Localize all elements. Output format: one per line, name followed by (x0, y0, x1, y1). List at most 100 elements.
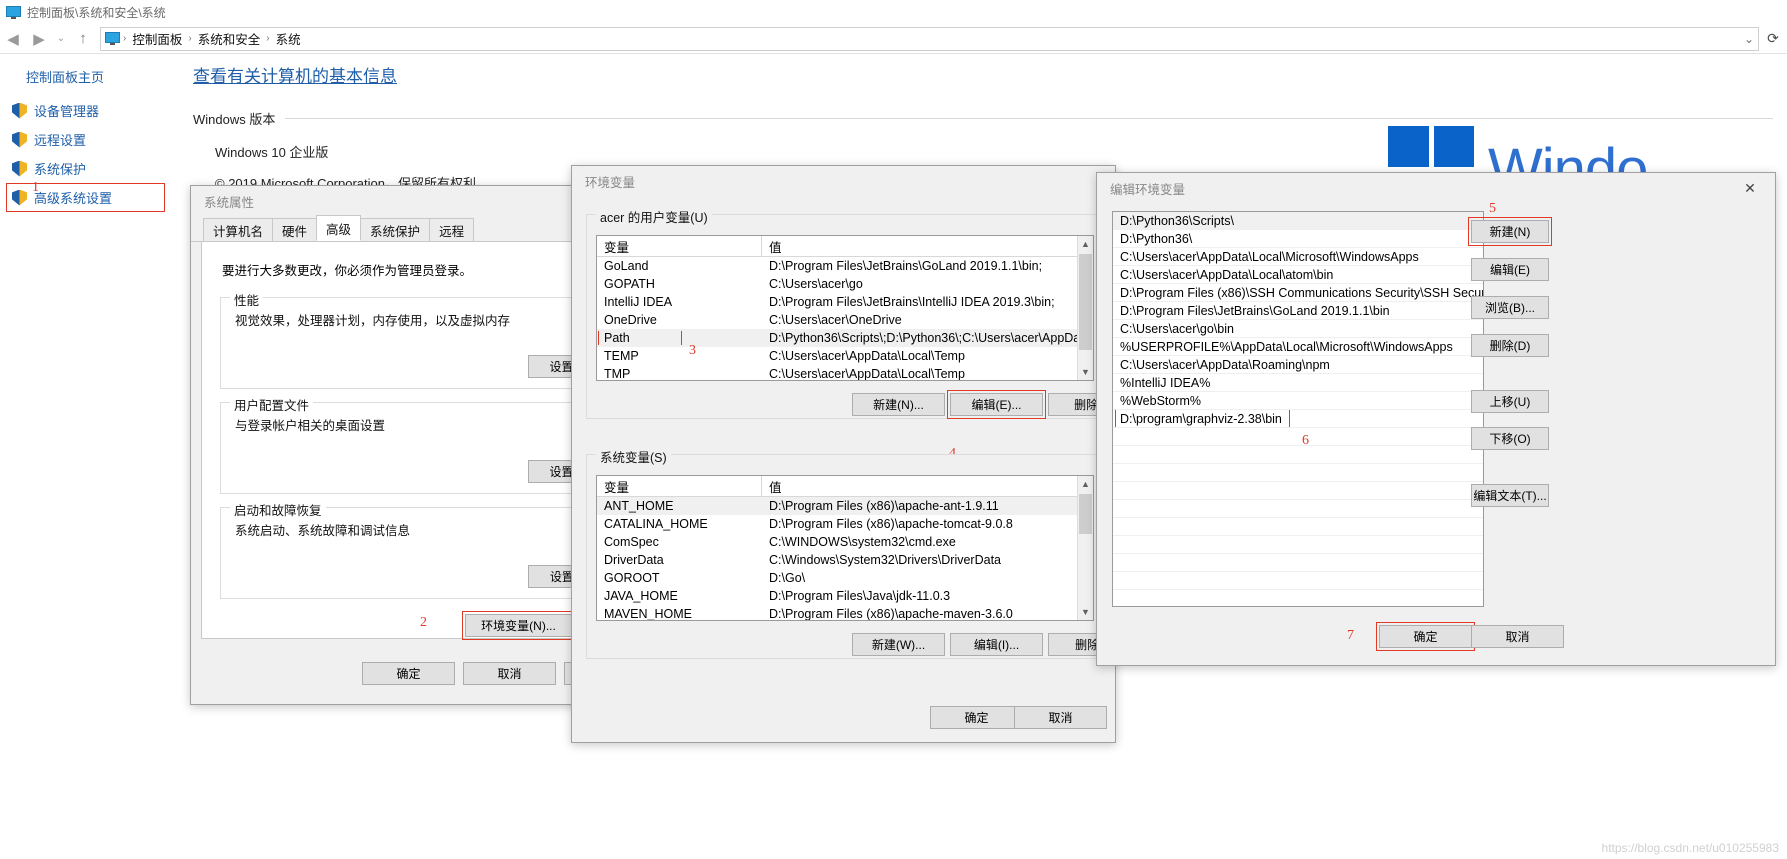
tab-hardware[interactable]: 硬件 (272, 218, 318, 241)
list-item[interactable]: D:\Program Files (x86)\SSH Communication… (1113, 284, 1483, 302)
scroll-up-arrow-icon[interactable]: ▲ (1078, 476, 1093, 492)
system-edit-button[interactable]: 编辑(I)... (950, 633, 1043, 656)
edit-button[interactable]: 编辑(E) (1471, 258, 1549, 281)
list-item[interactable]: D:\Python36\Scripts\ (1113, 212, 1483, 230)
delete-button[interactable]: 删除(D) (1471, 334, 1549, 357)
tab-remote[interactable]: 远程 (429, 218, 475, 241)
list-item[interactable] (1113, 590, 1483, 606)
vertical-scrollbar[interactable]: ▲ ▼ (1077, 236, 1093, 380)
user-edit-button[interactable]: 编辑(E)... (947, 390, 1046, 419)
list-item[interactable] (1113, 554, 1483, 572)
new-button[interactable]: 新建(N) (1468, 217, 1552, 246)
breadcrumb-2[interactable]: 系统 (273, 28, 304, 49)
table-row[interactable]: IntelliJ IDEA D:\Program Files\JetBrains… (597, 293, 1093, 311)
scroll-down-arrow-icon[interactable]: ▼ (1078, 604, 1093, 620)
list-item[interactable]: D:\Program Files\JetBrains\GoLand 2019.1… (1113, 302, 1483, 320)
table-row[interactable]: GoLand D:\Program Files\JetBrains\GoLand… (597, 257, 1093, 275)
breadcrumb-1[interactable]: 系统和安全 (195, 28, 264, 49)
forward-button[interactable]: ▶ (26, 27, 52, 51)
refresh-icon[interactable]: ⟳ (1759, 27, 1787, 51)
tab-system-protection[interactable]: 系统保护 (360, 218, 431, 241)
env-cancel-button[interactable]: 取消 (1014, 706, 1107, 729)
edit-env-ok-button[interactable]: 确定 (1376, 622, 1475, 651)
table-row[interactable]: GOROOT D:\Go\ (597, 569, 1093, 587)
table-row[interactable]: ComSpec C:\WINDOWS\system32\cmd.exe (597, 533, 1093, 551)
path-entries-list[interactable]: D:\Python36\Scripts\ D:\Python36\ C:\Use… (1112, 211, 1484, 607)
shield-icon (12, 102, 27, 119)
browse-button[interactable]: 浏览(B)... (1471, 296, 1549, 319)
up-button[interactable]: ↑ (70, 27, 96, 51)
back-button[interactable]: ◀ (0, 27, 26, 51)
scroll-down-arrow-icon[interactable]: ▼ (1078, 364, 1093, 380)
user-variables-list[interactable]: 变量 值 GoLand D:\Program Files\JetBrains\G… (596, 235, 1094, 381)
list-item[interactable] (1113, 464, 1483, 482)
variable-value: C:\WINDOWS\system32\cmd.exe (769, 535, 956, 549)
table-row[interactable]: JAVA_HOME D:\Program Files\Java\jdk-11.0… (597, 587, 1093, 605)
step-marker-3: 3 (689, 343, 696, 358)
sidebar-item-device-manager[interactable]: 设备管理器 (0, 96, 185, 125)
address-monitor-icon (105, 32, 120, 45)
variable-name: CATALINA_HOME (604, 517, 708, 531)
address-bar[interactable]: › 控制面板 › 系统和安全 › 系统 ⌄ (100, 26, 1759, 51)
system-variables-list[interactable]: 变量 值 ANT_HOME D:\Program Files (x86)\apa… (596, 475, 1094, 621)
close-icon[interactable]: ✕ (1729, 174, 1771, 202)
list-item[interactable] (1113, 500, 1483, 518)
sidebar-item-home[interactable]: 控制面板主页 (0, 60, 185, 96)
list-item[interactable]: C:\Users\acer\go\bin (1113, 320, 1483, 338)
table-row[interactable]: CATALINA_HOME D:\Program Files (x86)\apa… (597, 515, 1093, 533)
move-up-button[interactable]: 上移(U) (1471, 390, 1549, 413)
table-row[interactable]: DriverData C:\Windows\System32\Drivers\D… (597, 551, 1093, 569)
sidebar-item-advanced-system-settings[interactable]: 高级系统设置 (0, 183, 185, 212)
list-item[interactable]: D:\Python36\ (1113, 230, 1483, 248)
step-marker-5: 5 (1489, 201, 1496, 216)
tab-advanced[interactable]: 高级 (316, 215, 362, 241)
scrollbar-thumb[interactable] (1079, 254, 1092, 350)
list-item[interactable]: C:\Users\acer\AppData\Local\atom\bin (1113, 266, 1483, 284)
list-item[interactable] (1113, 446, 1483, 464)
table-row-path-selected[interactable]: Path D:\Python36\Scripts\;D:\Python36\;C… (597, 329, 1093, 347)
list-item[interactable] (1113, 518, 1483, 536)
variable-value: D:\Program Files (x86)\apache-ant-1.9.11 (769, 499, 999, 513)
user-new-button[interactable]: 新建(N)... (852, 393, 945, 416)
list-item[interactable] (1113, 482, 1483, 500)
list-item[interactable]: %WebStorm% (1113, 392, 1483, 410)
move-down-button[interactable]: 下移(O) (1471, 427, 1549, 450)
list-item[interactable]: C:\Users\acer\AppData\Roaming\npm (1113, 356, 1483, 374)
system-properties-cancel-button[interactable]: 取消 (463, 662, 556, 685)
edit-env-cancel-button[interactable]: 取消 (1471, 625, 1564, 648)
table-row[interactable]: TEMP C:\Users\acer\AppData\Local\Temp (597, 347, 1093, 365)
system-properties-ok-button[interactable]: 确定 (362, 662, 455, 685)
sidebar-item-label: 远程设置 (34, 133, 87, 148)
table-row[interactable]: ANT_HOME D:\Program Files (x86)\apache-a… (597, 497, 1093, 515)
table-row[interactable]: MAVEN_HOME D:\Program Files (x86)\apache… (597, 605, 1093, 620)
env-ok-button[interactable]: 确定 (930, 706, 1023, 729)
table-row[interactable]: GOPATH C:\Users\acer\go (597, 275, 1093, 293)
sidebar-item-remote-settings[interactable]: 远程设置 (0, 125, 185, 154)
vertical-scrollbar[interactable]: ▲ ▼ (1077, 476, 1093, 620)
list-item[interactable]: %USERPROFILE%\AppData\Local\Microsoft\Wi… (1113, 338, 1483, 356)
edit-text-button[interactable]: 编辑文本(T)... (1471, 484, 1549, 507)
environment-variables-button[interactable]: 环境变量(N)... (462, 611, 575, 640)
breadcrumb-0[interactable]: 控制面板 (129, 28, 185, 49)
list-item[interactable] (1113, 536, 1483, 554)
tab-computer-name[interactable]: 计算机名 (203, 218, 274, 241)
recent-locations-button[interactable]: ⌄ (52, 27, 70, 51)
page-title: 查看有关计算机的基本信息 (193, 67, 397, 86)
dialog-title: 系统属性 (204, 195, 255, 210)
list-item[interactable]: C:\Users\acer\AppData\Local\Microsoft\Wi… (1113, 248, 1483, 266)
column-header-value: 值 (769, 240, 782, 255)
system-variables-group: 系统变量(S) 变量 值 ANT_HOME D:\Program Files (… (586, 447, 1141, 659)
environment-variables-dialog: 环境变量 acer 的用户变量(U) 变量 值 GoLand D:\Progra… (571, 165, 1141, 743)
scrollbar-thumb[interactable] (1079, 494, 1092, 534)
table-row[interactable]: TMP C:\Users\acer\AppData\Local\Temp (597, 365, 1093, 380)
list-item-new-entry[interactable]: D:\program\graphviz-2.38\bin (1113, 410, 1483, 428)
scroll-up-arrow-icon[interactable]: ▲ (1078, 236, 1093, 252)
table-row[interactable]: OneDrive C:\Users\acer\OneDrive (597, 311, 1093, 329)
address-dropdown-icon[interactable]: ⌄ (1744, 32, 1754, 46)
list-item[interactable]: %IntelliJ IDEA% (1113, 374, 1483, 392)
system-new-button[interactable]: 新建(W)... (852, 633, 945, 656)
variable-value: D:\Program Files (x86)\apache-tomcat-9.0… (769, 517, 1013, 531)
list-item[interactable] (1113, 572, 1483, 590)
list-item[interactable] (1113, 428, 1483, 446)
sidebar-item-system-protection[interactable]: 系统保护 (0, 154, 185, 183)
